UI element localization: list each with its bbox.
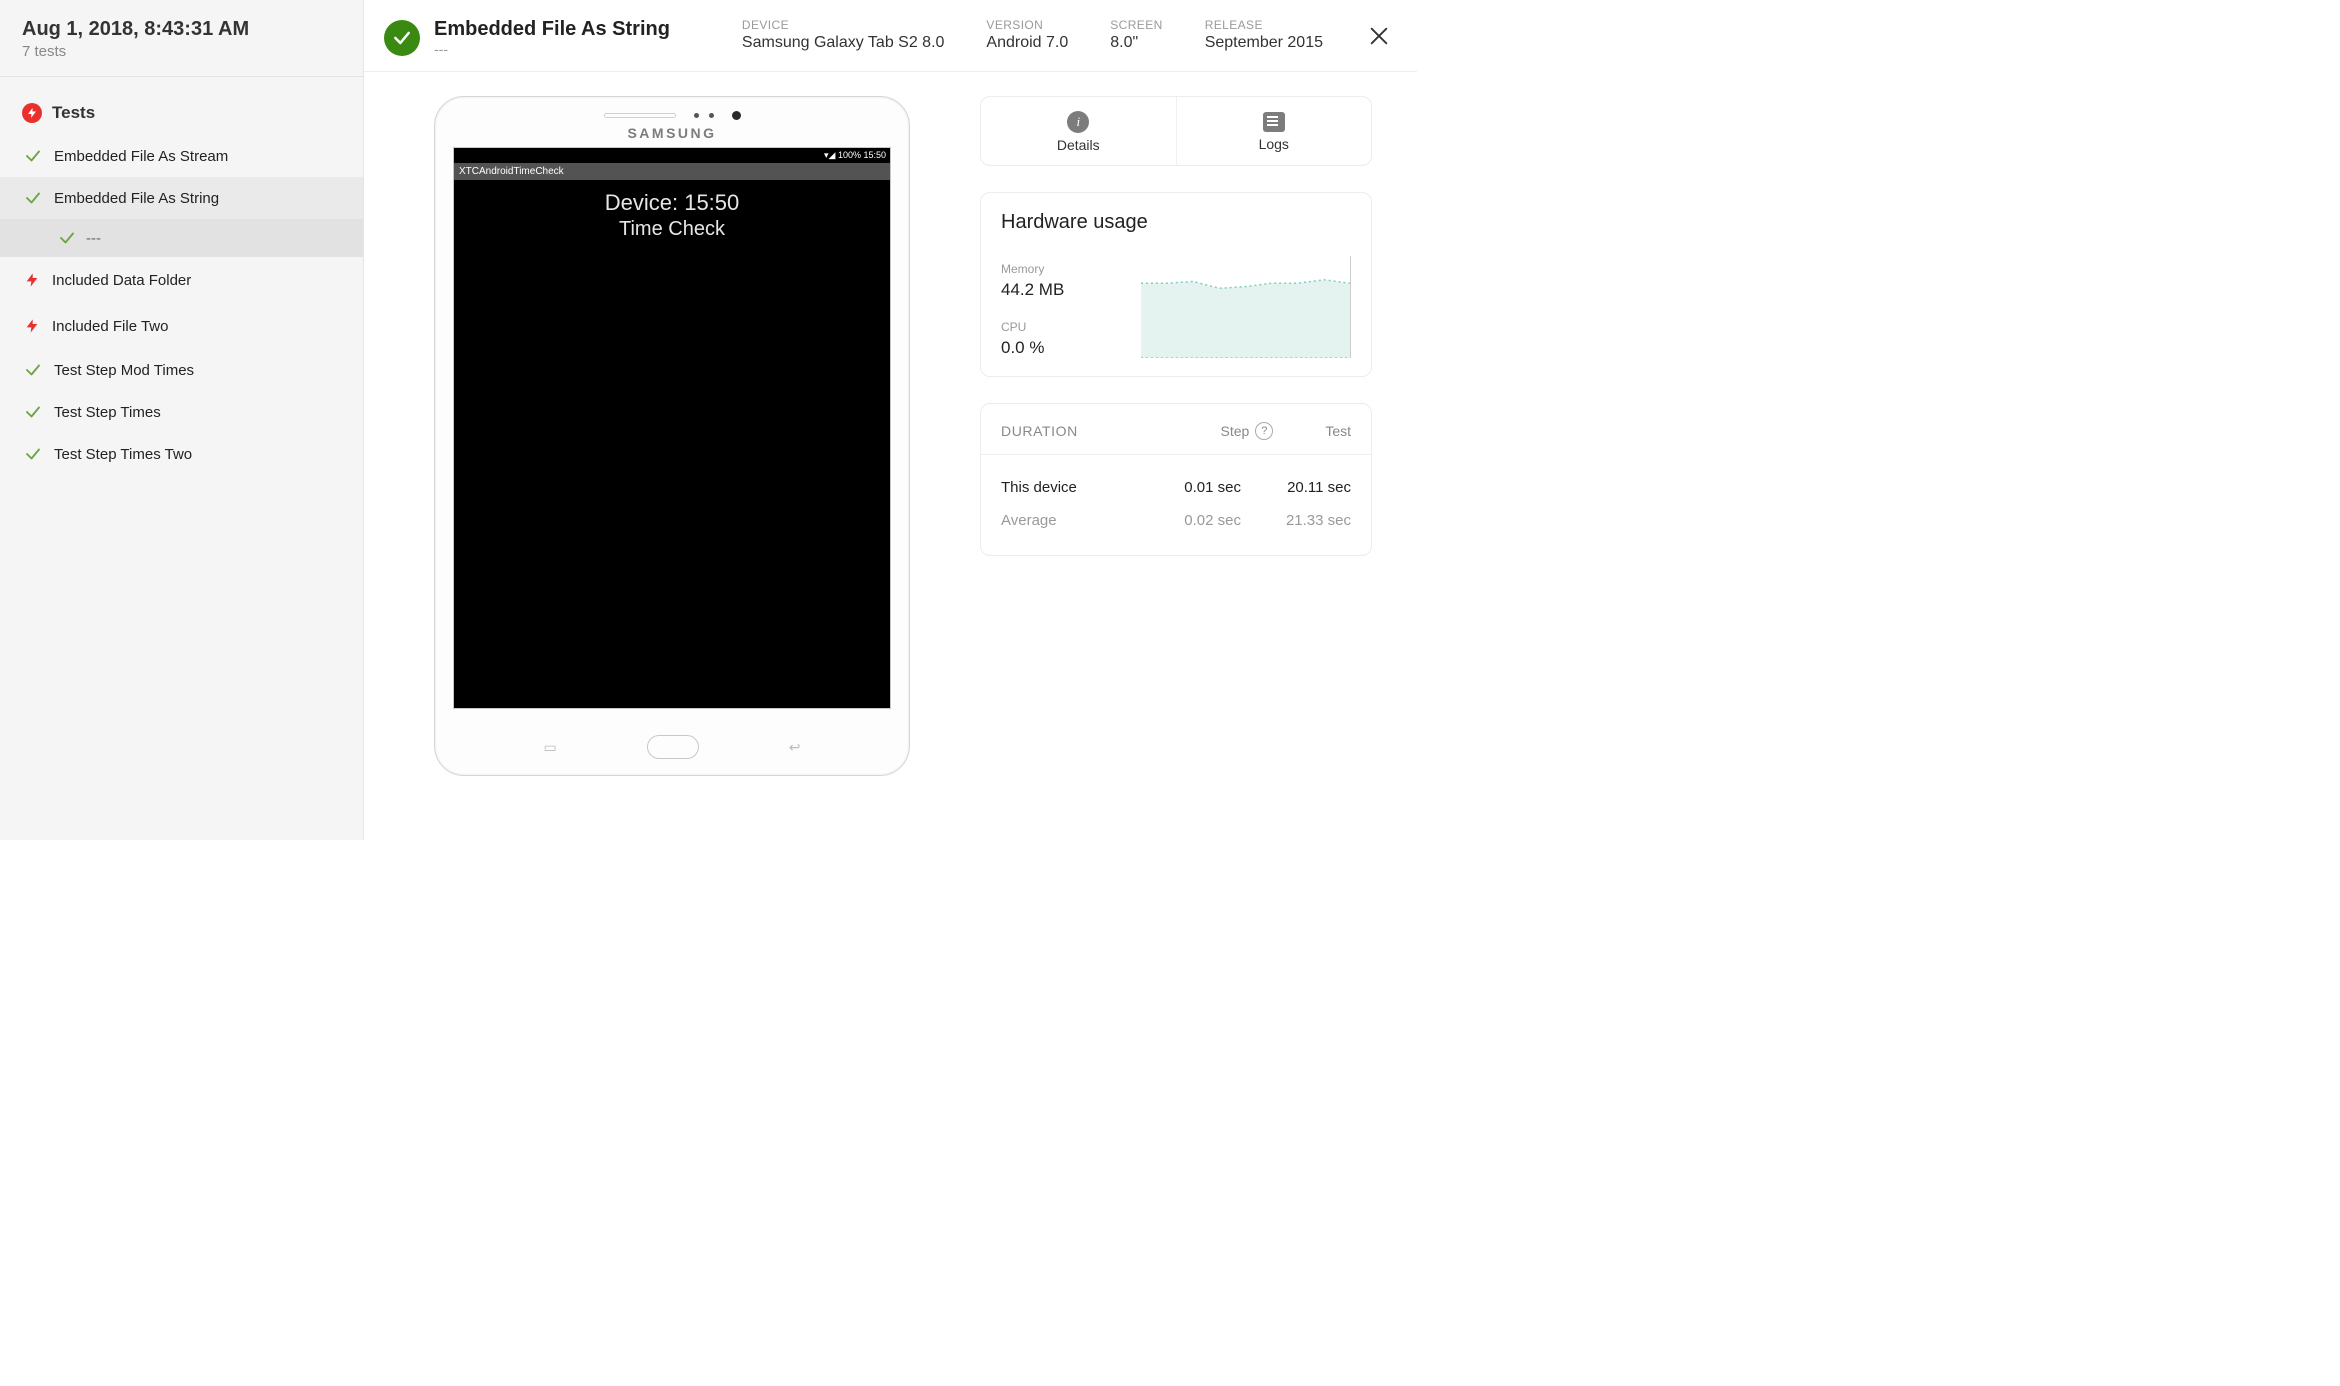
tab-label: Details	[1057, 137, 1100, 153]
test-item-label: Included File Two	[52, 318, 168, 335]
card-title: Hardware usage	[1001, 211, 1351, 234]
memory-label: Memory	[1001, 262, 1117, 276]
logs-icon	[1263, 112, 1285, 132]
duration-card: DURATION Step ? Test This device0.01 sec…	[980, 403, 1372, 556]
app-bar: XTCAndroidTimeCheck	[454, 163, 890, 180]
bolt-icon	[24, 315, 40, 337]
duration-test-value: 20.11 sec	[1241, 479, 1351, 496]
test-item[interactable]: Test Step Times Two	[0, 433, 363, 475]
page-title: Embedded File As String	[434, 18, 670, 41]
duration-step-value: 0.02 sec	[1141, 512, 1241, 529]
close-button[interactable]	[1365, 22, 1393, 50]
check-icon	[24, 361, 42, 379]
check-icon	[24, 445, 42, 463]
bolt-icon	[24, 269, 40, 291]
tablet-frame: SAMSUNG ▾◢ 100% 15:50 XTCAndroidTimeChec…	[434, 96, 910, 776]
bolt-icon	[22, 103, 42, 123]
tab-logs[interactable]: Logs	[1176, 97, 1372, 165]
test-item[interactable]: Embedded File As String	[0, 177, 363, 219]
meta-value: 8.0"	[1110, 34, 1162, 52]
camera-icon	[732, 111, 741, 120]
duration-step-header: Step	[1221, 423, 1250, 439]
run-timestamp: Aug 1, 2018, 8:43:31 AM	[22, 18, 341, 41]
status-bar: ▾◢ 100% 15:50	[454, 148, 890, 163]
cpu-label: CPU	[1001, 320, 1117, 334]
tabs: i Details Logs	[980, 96, 1372, 166]
check-icon	[24, 147, 42, 165]
page-subtitle: ---	[434, 41, 670, 57]
meta-value: September 2015	[1205, 34, 1323, 52]
duration-row: This device0.01 sec20.11 sec	[1001, 471, 1351, 504]
meta-value: Samsung Galaxy Tab S2 8.0	[742, 34, 945, 52]
check-icon	[24, 403, 42, 421]
cpu-value: 0.0 %	[1001, 338, 1117, 358]
recent-apps-icon: ▭	[544, 739, 557, 756]
test-item[interactable]: Test Step Times	[0, 391, 363, 433]
check-icon	[24, 189, 42, 207]
duration-row: Average0.02 sec21.33 sec	[1001, 504, 1351, 537]
memory-value: 44.2 MB	[1001, 280, 1117, 300]
speaker-icon	[604, 113, 676, 118]
sidebar-header: Aug 1, 2018, 8:43:31 AM 7 tests	[0, 0, 363, 76]
duration-label: DURATION	[1001, 423, 1078, 439]
test-item[interactable]: Included Data Folder	[0, 257, 363, 303]
divider	[981, 454, 1371, 455]
content: SAMSUNG ▾◢ 100% 15:50 XTCAndroidTimeChec…	[364, 72, 1417, 840]
wifi-signal-icon: ▾◢	[824, 150, 838, 160]
sidebar: Aug 1, 2018, 8:43:31 AM 7 tests Tests Em…	[0, 0, 364, 840]
tests-header[interactable]: Tests	[0, 95, 363, 135]
meta-release: RELEASE September 2015	[1205, 18, 1323, 52]
meta-version: VERSION Android 7.0	[986, 18, 1068, 52]
test-item-label: Test Step Mod Times	[54, 362, 194, 379]
info-icon: i	[1067, 111, 1089, 133]
device-screenshot: SAMSUNG ▾◢ 100% 15:50 XTCAndroidTimeChec…	[434, 96, 910, 840]
status-pass-icon	[384, 20, 420, 56]
screen-content: Device: 15:50 Time Check	[454, 180, 890, 241]
hardware-sparkline	[1141, 256, 1351, 358]
tab-label: Logs	[1259, 136, 1289, 152]
back-icon: ↩	[789, 739, 801, 756]
device-brand: SAMSUNG	[435, 125, 909, 141]
side-panels: i Details Logs Hardware usage Memory	[980, 96, 1372, 840]
test-step-item[interactable]: ---	[0, 219, 363, 257]
duration-test-header: Test	[1325, 423, 1351, 439]
title-block: Embedded File As String ---	[434, 18, 670, 57]
tests-label: Tests	[52, 103, 95, 123]
test-list: Embedded File As Stream Embedded File As …	[0, 135, 363, 475]
tab-details[interactable]: i Details	[981, 97, 1176, 165]
home-button-icon	[647, 735, 699, 759]
test-item-label: Test Step Times	[54, 404, 161, 421]
test-item[interactable]: Included File Two	[0, 303, 363, 349]
test-item[interactable]: Embedded File As Stream	[0, 135, 363, 177]
screen-line-2: Time Check	[454, 218, 890, 241]
meta-value: Android 7.0	[986, 34, 1068, 52]
meta-label: DEVICE	[742, 18, 945, 32]
device-screen: ▾◢ 100% 15:50 XTCAndroidTimeCheck Device…	[453, 147, 891, 709]
hardware-usage-card: Hardware usage Memory 44.2 MB CPU 0.0 %	[980, 192, 1372, 377]
test-item-label: Embedded File As Stream	[54, 148, 228, 165]
duration-row-name: This device	[1001, 479, 1141, 496]
topbar: Embedded File As String --- DEVICE Samsu…	[364, 0, 1417, 72]
main: Embedded File As String --- DEVICE Samsu…	[364, 0, 1417, 840]
divider	[0, 76, 363, 77]
help-icon[interactable]: ?	[1255, 422, 1273, 440]
meta-screen: SCREEN 8.0"	[1110, 18, 1162, 52]
test-item-label: Included Data Folder	[52, 272, 191, 289]
test-count: 7 tests	[22, 43, 341, 60]
test-item[interactable]: Test Step Mod Times	[0, 349, 363, 391]
duration-test-value: 21.33 sec	[1241, 512, 1351, 529]
duration-step-value: 0.01 sec	[1141, 479, 1241, 496]
meta-label: VERSION	[986, 18, 1068, 32]
meta-device: DEVICE Samsung Galaxy Tab S2 8.0	[742, 18, 945, 52]
test-item-label: Embedded File As String	[54, 190, 219, 207]
screen-line-1: Device: 15:50	[454, 190, 890, 216]
duration-row-name: Average	[1001, 512, 1141, 529]
meta-label: SCREEN	[1110, 18, 1162, 32]
check-icon	[58, 229, 76, 247]
meta-label: RELEASE	[1205, 18, 1323, 32]
test-step-label: ---	[86, 230, 101, 247]
test-item-label: Test Step Times Two	[54, 446, 192, 463]
